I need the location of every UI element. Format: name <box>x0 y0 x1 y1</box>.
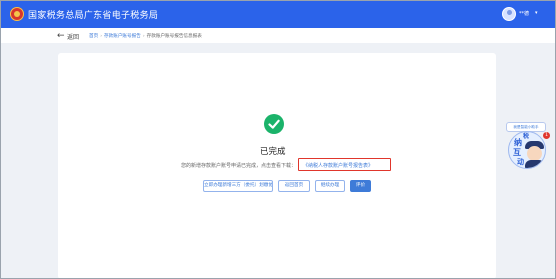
notification-badge: 1 <box>543 132 550 139</box>
assistant-body <box>525 160 545 168</box>
breadcrumb: 首页 › 存款账户账号报告 › 存款账户账号报告信息报表 <box>89 33 202 39</box>
app-frame: 国家税务总局广东省电子税务局 **德 ▾ ← 返回 首页 › 存款账户账号报告 › 存款… <box>0 0 556 279</box>
breadcrumb-bar <box>1 28 555 43</box>
report-link-label[interactable]: 《纳税人存款账户账号报告表》 <box>303 162 373 169</box>
check-mark-icon <box>268 119 280 129</box>
report-download-link[interactable]: 《纳税人存款账户账号报告表》 <box>298 158 391 171</box>
top-header: 国家税务总局广东省电子税务局 **德 ▾ <box>1 1 555 28</box>
assistant-char: 税 <box>523 133 530 140</box>
user-name[interactable]: **德 <box>519 10 529 17</box>
logo-emblem <box>14 11 20 17</box>
breadcrumb-current: 存款账户账号报告信息报表 <box>146 34 202 39</box>
back-button[interactable]: 返回 <box>67 32 79 41</box>
breadcrumb-separator: › <box>142 34 145 39</box>
user-avatar[interactable] <box>502 7 516 21</box>
back-arrow-icon[interactable]: ← <box>57 31 65 41</box>
continue-button[interactable]: 继续办理 <box>315 180 345 192</box>
assistant-widget[interactable]: 纳 税 互 动 <box>508 131 546 169</box>
tax-bureau-logo <box>10 7 24 21</box>
assistant-face <box>527 146 542 161</box>
sign-agreement-button[interactable]: 立即办理新增三方（委托）划缴协议 <box>203 180 273 192</box>
result-message: 您的新增存款账户账号申请已完成，点击查看下载： <box>181 163 297 169</box>
site-title: 国家税务总局广东省电子税务局 <box>28 11 159 21</box>
assistant-char: 动 <box>517 157 524 166</box>
back-home-button[interactable]: 返回首页 <box>278 180 310 192</box>
result-title: 已完成 <box>260 147 286 157</box>
success-check-icon <box>264 114 284 134</box>
breadcrumb-home[interactable]: 首页 <box>89 34 98 39</box>
breadcrumb-account-report[interactable]: 存款账户账号报告 <box>104 34 141 39</box>
chevron-down-icon[interactable]: ▾ <box>535 10 538 16</box>
breadcrumb-separator: › <box>100 34 103 39</box>
evaluate-button[interactable]: 评价 <box>350 180 371 192</box>
